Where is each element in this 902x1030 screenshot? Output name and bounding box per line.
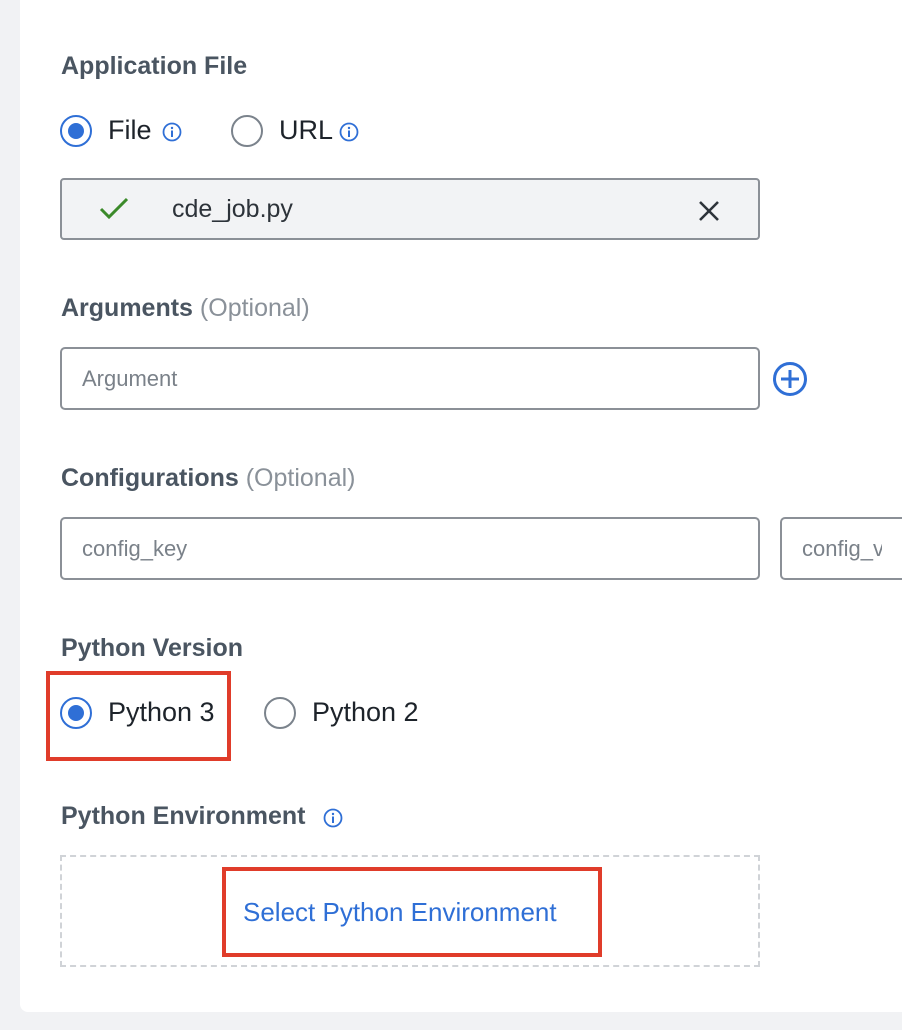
config-value-input[interactable] [780,517,902,580]
python2-radio[interactable] [264,697,296,729]
config-key-input[interactable] [60,517,760,580]
select-environment-highlight-box [222,867,602,957]
argument-input[interactable] [60,347,760,410]
uploaded-file-box: cde_job.py [60,178,760,240]
info-icon[interactable] [339,122,359,142]
url-radio[interactable] [231,115,263,147]
file-radio[interactable] [60,115,92,147]
arguments-title-text: Arguments [61,294,193,322]
configurations-title: Configurations (Optional) [61,464,355,493]
python-environment-title: Python Environment [61,802,306,830]
plus-circle-icon[interactable] [772,361,808,397]
url-radio-label[interactable]: URL [279,115,333,146]
configurations-optional-label: (Optional) [245,464,356,492]
file-radio-label[interactable]: File [108,115,152,146]
python-version-title: Python Version [61,634,243,662]
arguments-title: Arguments (Optional) [61,294,310,323]
python3-highlight-box [46,671,231,761]
check-icon [99,197,129,220]
configurations-title-text: Configurations [61,464,239,492]
application-file-title: Application File [61,52,248,80]
info-icon[interactable] [323,808,343,828]
uploaded-file-name: cde_job.py [172,195,293,223]
close-icon[interactable] [698,200,720,222]
arguments-optional-label: (Optional) [199,294,310,322]
python2-radio-label[interactable]: Python 2 [312,697,419,728]
info-icon[interactable] [162,122,182,142]
